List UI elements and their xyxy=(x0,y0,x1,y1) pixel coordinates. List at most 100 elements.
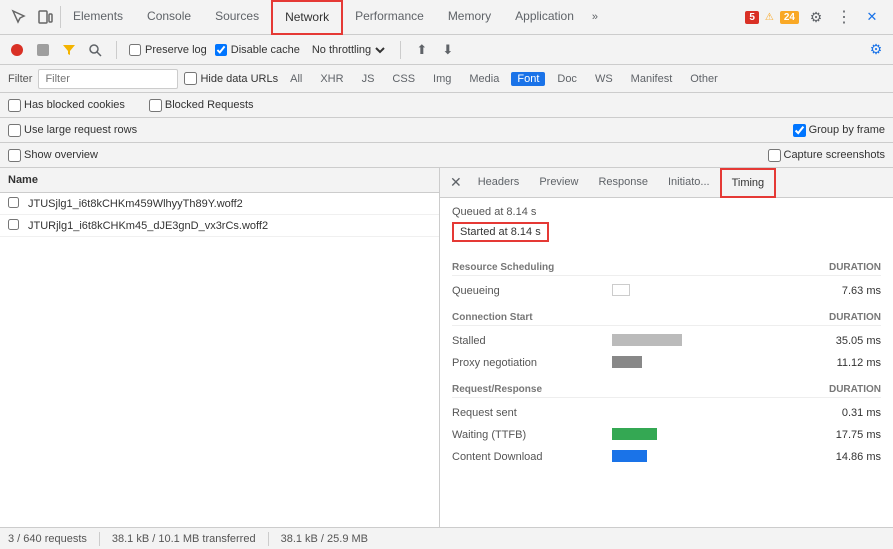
blocked-requests-checkbox[interactable] xyxy=(149,99,162,112)
filter-row: Filter Hide data URLs All XHR JS CSS Img… xyxy=(0,65,893,93)
tab-response[interactable]: Response xyxy=(588,168,658,198)
tab-preview[interactable]: Preview xyxy=(529,168,588,198)
timing-row-stalled: Stalled 35.05 ms xyxy=(452,330,881,352)
filter-label: Filter xyxy=(8,73,32,85)
table-row[interactable]: JTURjlg1_i6t8kCHKm45_dJE3gnD_vx3rCs.woff… xyxy=(0,215,439,237)
filter-css-btn[interactable]: CSS xyxy=(386,72,421,86)
filter-btn-icon[interactable] xyxy=(60,41,78,59)
disable-cache-checkbox[interactable] xyxy=(215,44,227,56)
customize-icon[interactable]: ✕ xyxy=(861,6,883,28)
filter-manifest-btn[interactable]: Manifest xyxy=(625,72,679,86)
stop-icon xyxy=(37,44,49,56)
throttle-select[interactable]: No throttling xyxy=(308,43,388,57)
filter-media-btn[interactable]: Media xyxy=(463,72,505,86)
settings-icon[interactable]: ⚙ xyxy=(805,6,827,28)
tab-headers[interactable]: Headers xyxy=(468,168,530,198)
group-by-frame-label[interactable]: Group by frame xyxy=(793,124,885,137)
tab-performance[interactable]: Performance xyxy=(343,0,436,35)
timing-row-request-sent: Request sent 0.31 ms xyxy=(452,402,881,424)
options-row1: Has blocked cookies Blocked Requests xyxy=(0,93,893,118)
large-rows-label[interactable]: Use large request rows xyxy=(8,124,137,137)
queueing-bar xyxy=(612,284,630,296)
timing-section-connection: Connection Start DURATION Stalled 35.05 … xyxy=(452,312,881,374)
separator2 xyxy=(400,41,401,59)
hide-data-urls-checkbox[interactable] xyxy=(184,72,197,85)
stalled-bar xyxy=(612,334,682,346)
stop-btn[interactable] xyxy=(34,41,52,59)
row-checkbox[interactable] xyxy=(8,197,19,208)
filter-font-btn[interactable]: Font xyxy=(511,72,545,86)
main-content: Name JTUSjlg1_i6t8kCHKm459WlhyyTh89Y.wof… xyxy=(0,168,893,527)
close-panel-btn[interactable]: ✕ xyxy=(444,168,468,198)
more-icon[interactable]: ⋮ xyxy=(833,6,855,28)
search-icon xyxy=(88,43,102,57)
tab-more[interactable]: » xyxy=(586,0,604,35)
capture-screenshots-checkbox[interactable] xyxy=(768,149,781,162)
disable-cache-label[interactable]: Disable cache xyxy=(215,44,300,56)
tab-bar: Elements Console Sources Network Perform… xyxy=(0,0,893,35)
right-panel: ✕ Headers Preview Response Initiato... T… xyxy=(440,168,893,527)
timing-content: Queued at 8.14 s Started at 8.14 s Resou… xyxy=(440,198,893,527)
tab-memory[interactable]: Memory xyxy=(436,0,503,35)
inspect-icon[interactable] xyxy=(8,6,30,28)
transferred-size: 38.1 kB / 10.1 MB transferred xyxy=(112,533,256,545)
tab-initiator[interactable]: Initiato... xyxy=(658,168,720,198)
timing-section-scheduling: Resource Scheduling DURATION Queueing 7.… xyxy=(452,262,881,302)
separator1 xyxy=(116,41,117,59)
network-toolbar: Preserve log Disable cache No throttling… xyxy=(0,35,893,65)
preserve-log-label[interactable]: Preserve log xyxy=(129,44,207,56)
tab-application[interactable]: Application xyxy=(503,0,586,35)
filter-other-btn[interactable]: Other xyxy=(684,72,724,86)
timing-section-header: Resource Scheduling DURATION xyxy=(452,262,881,276)
devtools-nav-icons xyxy=(4,6,61,28)
warning-icon: ⚠ xyxy=(765,12,774,23)
filter-input[interactable] xyxy=(38,69,178,89)
hide-data-urls-label[interactable]: Hide data URLs xyxy=(184,72,278,85)
device-icon[interactable] xyxy=(34,6,56,28)
name-header: Name xyxy=(0,168,439,193)
timing-section-header: Request/Response DURATION xyxy=(452,384,881,398)
filter-img-btn[interactable]: Img xyxy=(427,72,457,86)
filter-all-btn[interactable]: All xyxy=(284,72,308,86)
record-icon xyxy=(11,44,23,56)
filter-xhr-btn[interactable]: XHR xyxy=(314,72,349,86)
tab-console[interactable]: Console xyxy=(135,0,203,35)
tab-sources[interactable]: Sources xyxy=(203,0,271,35)
download-icon[interactable]: ⬇ xyxy=(439,41,457,59)
show-overview-checkbox[interactable] xyxy=(8,149,21,162)
timing-section-request: Request/Response DURATION Request sent 0… xyxy=(452,384,881,468)
started-info: Started at 8.14 s xyxy=(452,222,549,242)
has-blocked-label[interactable]: Has blocked cookies xyxy=(8,99,125,112)
filter-js-btn[interactable]: JS xyxy=(356,72,381,86)
row-checkbox[interactable] xyxy=(8,219,19,230)
status-bar: 3 / 640 requests 38.1 kB / 10.1 MB trans… xyxy=(0,527,893,549)
download-bar xyxy=(612,450,647,462)
timing-section-header: Connection Start DURATION xyxy=(452,312,881,326)
tab-elements[interactable]: Elements xyxy=(61,0,135,35)
status-sep1 xyxy=(99,532,100,546)
record-btn[interactable] xyxy=(8,41,26,59)
error-badge: 5 xyxy=(745,11,759,24)
capture-screenshots-label[interactable]: Capture screenshots xyxy=(768,149,886,162)
blocked-requests-label[interactable]: Blocked Requests xyxy=(149,99,254,112)
has-blocked-checkbox[interactable] xyxy=(8,99,21,112)
options-row2: Use large request rows Group by frame xyxy=(0,118,893,143)
warning-badge: 24 xyxy=(780,11,799,24)
devtools-settings-icon[interactable]: ⚙ xyxy=(867,41,885,59)
row-checkbox-cell xyxy=(8,219,28,233)
preserve-log-checkbox[interactable] xyxy=(129,44,141,56)
table-row[interactable]: JTUSjlg1_i6t8kCHKm459WlhyyTh89Y.woff2 xyxy=(0,193,439,215)
group-by-frame-checkbox[interactable] xyxy=(793,124,806,137)
filter-ws-btn[interactable]: WS xyxy=(589,72,619,86)
large-rows-checkbox[interactable] xyxy=(8,124,21,137)
tab-timing[interactable]: Timing xyxy=(720,168,777,198)
show-overview-label[interactable]: Show overview xyxy=(8,149,98,162)
filter-doc-btn[interactable]: Doc xyxy=(551,72,583,86)
proxy-bar xyxy=(612,356,642,368)
upload-icon[interactable]: ⬆ xyxy=(413,41,431,59)
resources-size: 38.1 kB / 25.9 MB xyxy=(281,533,368,545)
timing-row-queueing: Queueing 7.63 ms xyxy=(452,280,881,302)
tab-network[interactable]: Network xyxy=(271,0,343,35)
right-tabs: ✕ Headers Preview Response Initiato... T… xyxy=(440,168,893,198)
search-btn[interactable] xyxy=(86,41,104,59)
